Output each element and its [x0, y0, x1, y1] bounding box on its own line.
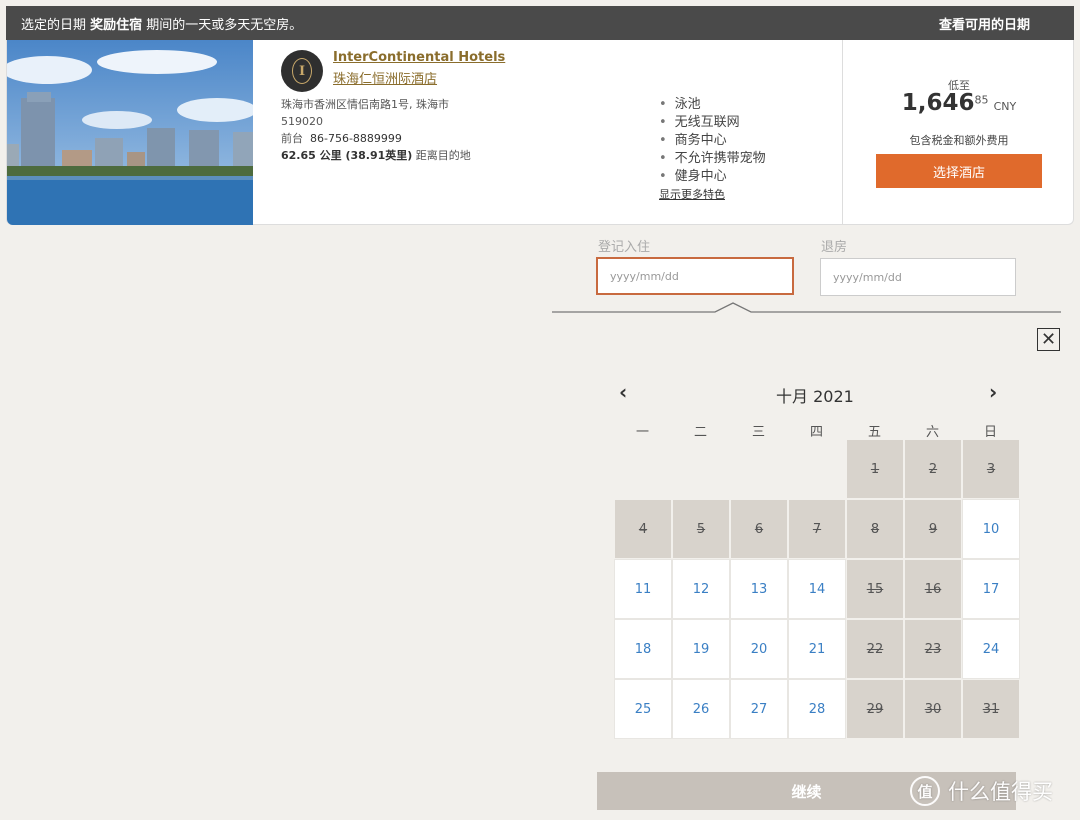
- amenity-item: 不允许携带宠物: [659, 150, 766, 168]
- address-line: 珠海市香洲区情侣南路1号, 珠海市: [281, 98, 449, 111]
- calendar-empty-cell: [672, 439, 730, 499]
- calendar-empty-cell: [788, 439, 846, 499]
- calendar-day-available[interactable]: 28: [788, 679, 846, 739]
- calendar-day-unavailable: 9: [904, 499, 962, 559]
- calendar-day-unavailable: 31: [962, 679, 1020, 739]
- phone-line: 前台 86-756-8889999: [281, 132, 402, 145]
- weekday-label: 二: [693, 425, 707, 440]
- calendar-day-unavailable: 6: [730, 499, 788, 559]
- calendar-day-available[interactable]: 21: [788, 619, 846, 679]
- checkout-label: 退房: [821, 240, 848, 255]
- calendar-day-unavailable: 22: [846, 619, 904, 679]
- calendar-day-unavailable: 30: [904, 679, 962, 739]
- calendar-day-available[interactable]: 24: [962, 619, 1020, 679]
- watermark-logo: 值: [910, 776, 940, 806]
- checkout-date-input[interactable]: yyyy/mm/dd: [820, 258, 1016, 296]
- calendar-day-unavailable: 7: [788, 499, 846, 559]
- close-icon[interactable]: ✕: [1037, 328, 1060, 351]
- chevron-left-icon[interactable]: ‹: [619, 380, 627, 404]
- weekday-label: 四: [809, 425, 823, 440]
- brand-link[interactable]: InterContinental Hotels: [333, 50, 505, 65]
- amenity-item: 无线互联网: [659, 114, 766, 132]
- select-hotel-button[interactable]: 选择酒店: [876, 154, 1042, 188]
- watermark: 值 什么值得买: [910, 776, 1053, 806]
- calendar-day-available[interactable]: 25: [614, 679, 672, 739]
- calendar-day-unavailable: 15: [846, 559, 904, 619]
- watermark-text: 什么值得买: [948, 780, 1053, 804]
- calendar-day-available[interactable]: 20: [730, 619, 788, 679]
- calendar-day-available[interactable]: 10: [962, 499, 1020, 559]
- calendar-day-unavailable: 3: [962, 439, 1020, 499]
- calendar-day-available[interactable]: 14: [788, 559, 846, 619]
- amenity-item: 泳池: [659, 96, 766, 114]
- weekday-label: 五: [867, 425, 881, 440]
- banner-message: 选定的日期 奖励住宿 期间的一天或多天无空房。: [21, 17, 303, 33]
- calendar-empty-cell: [730, 439, 788, 499]
- price-panel: 低至 1,64685 CNY 包含税金和额外费用 选择酒店: [842, 40, 1075, 225]
- weekday-label: 日: [983, 425, 997, 440]
- calendar-day-available[interactable]: 13: [730, 559, 788, 619]
- checkin-label: 登记入住: [598, 240, 651, 255]
- intercontinental-logo: I: [281, 50, 323, 92]
- calendar-grid: 1 2 3 4 5 6 7 8 9 10 11 12 13 14 15 16 17 18 19 20 21 22 23 24 2…: [614, 439, 1020, 739]
- calendar-day-available[interactable]: 12: [672, 559, 730, 619]
- calendar-day-unavailable: 2: [904, 439, 962, 499]
- view-available-dates-link[interactable]: 查看可用的日期: [939, 14, 1030, 33]
- calendar-day-available[interactable]: 19: [672, 619, 730, 679]
- weekday-label: 六: [925, 425, 939, 440]
- distance-line: 62.65 公里 (38.91英里) 距离目的地: [281, 149, 471, 162]
- calendar-day-unavailable: 1: [846, 439, 904, 499]
- calendar-day-unavailable: 16: [904, 559, 962, 619]
- weekday-label: 一: [635, 425, 649, 440]
- calendar-month-title: 十月 2021: [776, 387, 854, 406]
- chevron-right-icon[interactable]: ›: [989, 380, 997, 404]
- hotel-name-link[interactable]: 珠海仁恒洲际酒店: [333, 68, 437, 87]
- show-more-features-link[interactable]: 显示更多特色: [659, 186, 766, 204]
- calendar-day-available[interactable]: 27: [730, 679, 788, 739]
- checkin-date-input[interactable]: yyyy/mm/dd: [596, 257, 794, 295]
- availability-banner: 选定的日期 奖励住宿 期间的一天或多天无空房。 查看可用的日期: [6, 6, 1074, 40]
- price-amount: 1,64685 CNY: [901, 90, 1017, 116]
- amenity-item: 商务中心: [659, 132, 766, 150]
- calendar-day-unavailable: 5: [672, 499, 730, 559]
- weekday-label: 三: [751, 425, 765, 440]
- calendar-day-unavailable: 8: [846, 499, 904, 559]
- tax-note: 包含税金和额外费用: [909, 134, 1009, 147]
- calendar-day-available[interactable]: 26: [672, 679, 730, 739]
- hotel-address-block: 珠海市香洲区情侣南路1号, 珠海市 519020 前台 86-756-88899…: [281, 96, 471, 164]
- calendar-day-unavailable: 4: [614, 499, 672, 559]
- calendar-day-unavailable: 23: [904, 619, 962, 679]
- hotel-photo: [7, 40, 253, 225]
- calendar-day-available[interactable]: 11: [614, 559, 672, 619]
- calendar-empty-cell: [614, 439, 672, 499]
- datepicker-pointer: [552, 302, 1061, 313]
- amenities-list: 泳池 无线互联网 商务中心 不允许携带宠物 健身中心 显示更多特色: [659, 96, 766, 204]
- calendar-day-available[interactable]: 18: [614, 619, 672, 679]
- calendar-day-unavailable: 29: [846, 679, 904, 739]
- postal-code: 519020: [281, 115, 323, 128]
- hotel-card: I InterContinental Hotels 珠海仁恒洲际酒店 珠海市香洲…: [6, 40, 1074, 225]
- calendar-day-available[interactable]: 17: [962, 559, 1020, 619]
- amenity-item: 健身中心: [659, 168, 766, 186]
